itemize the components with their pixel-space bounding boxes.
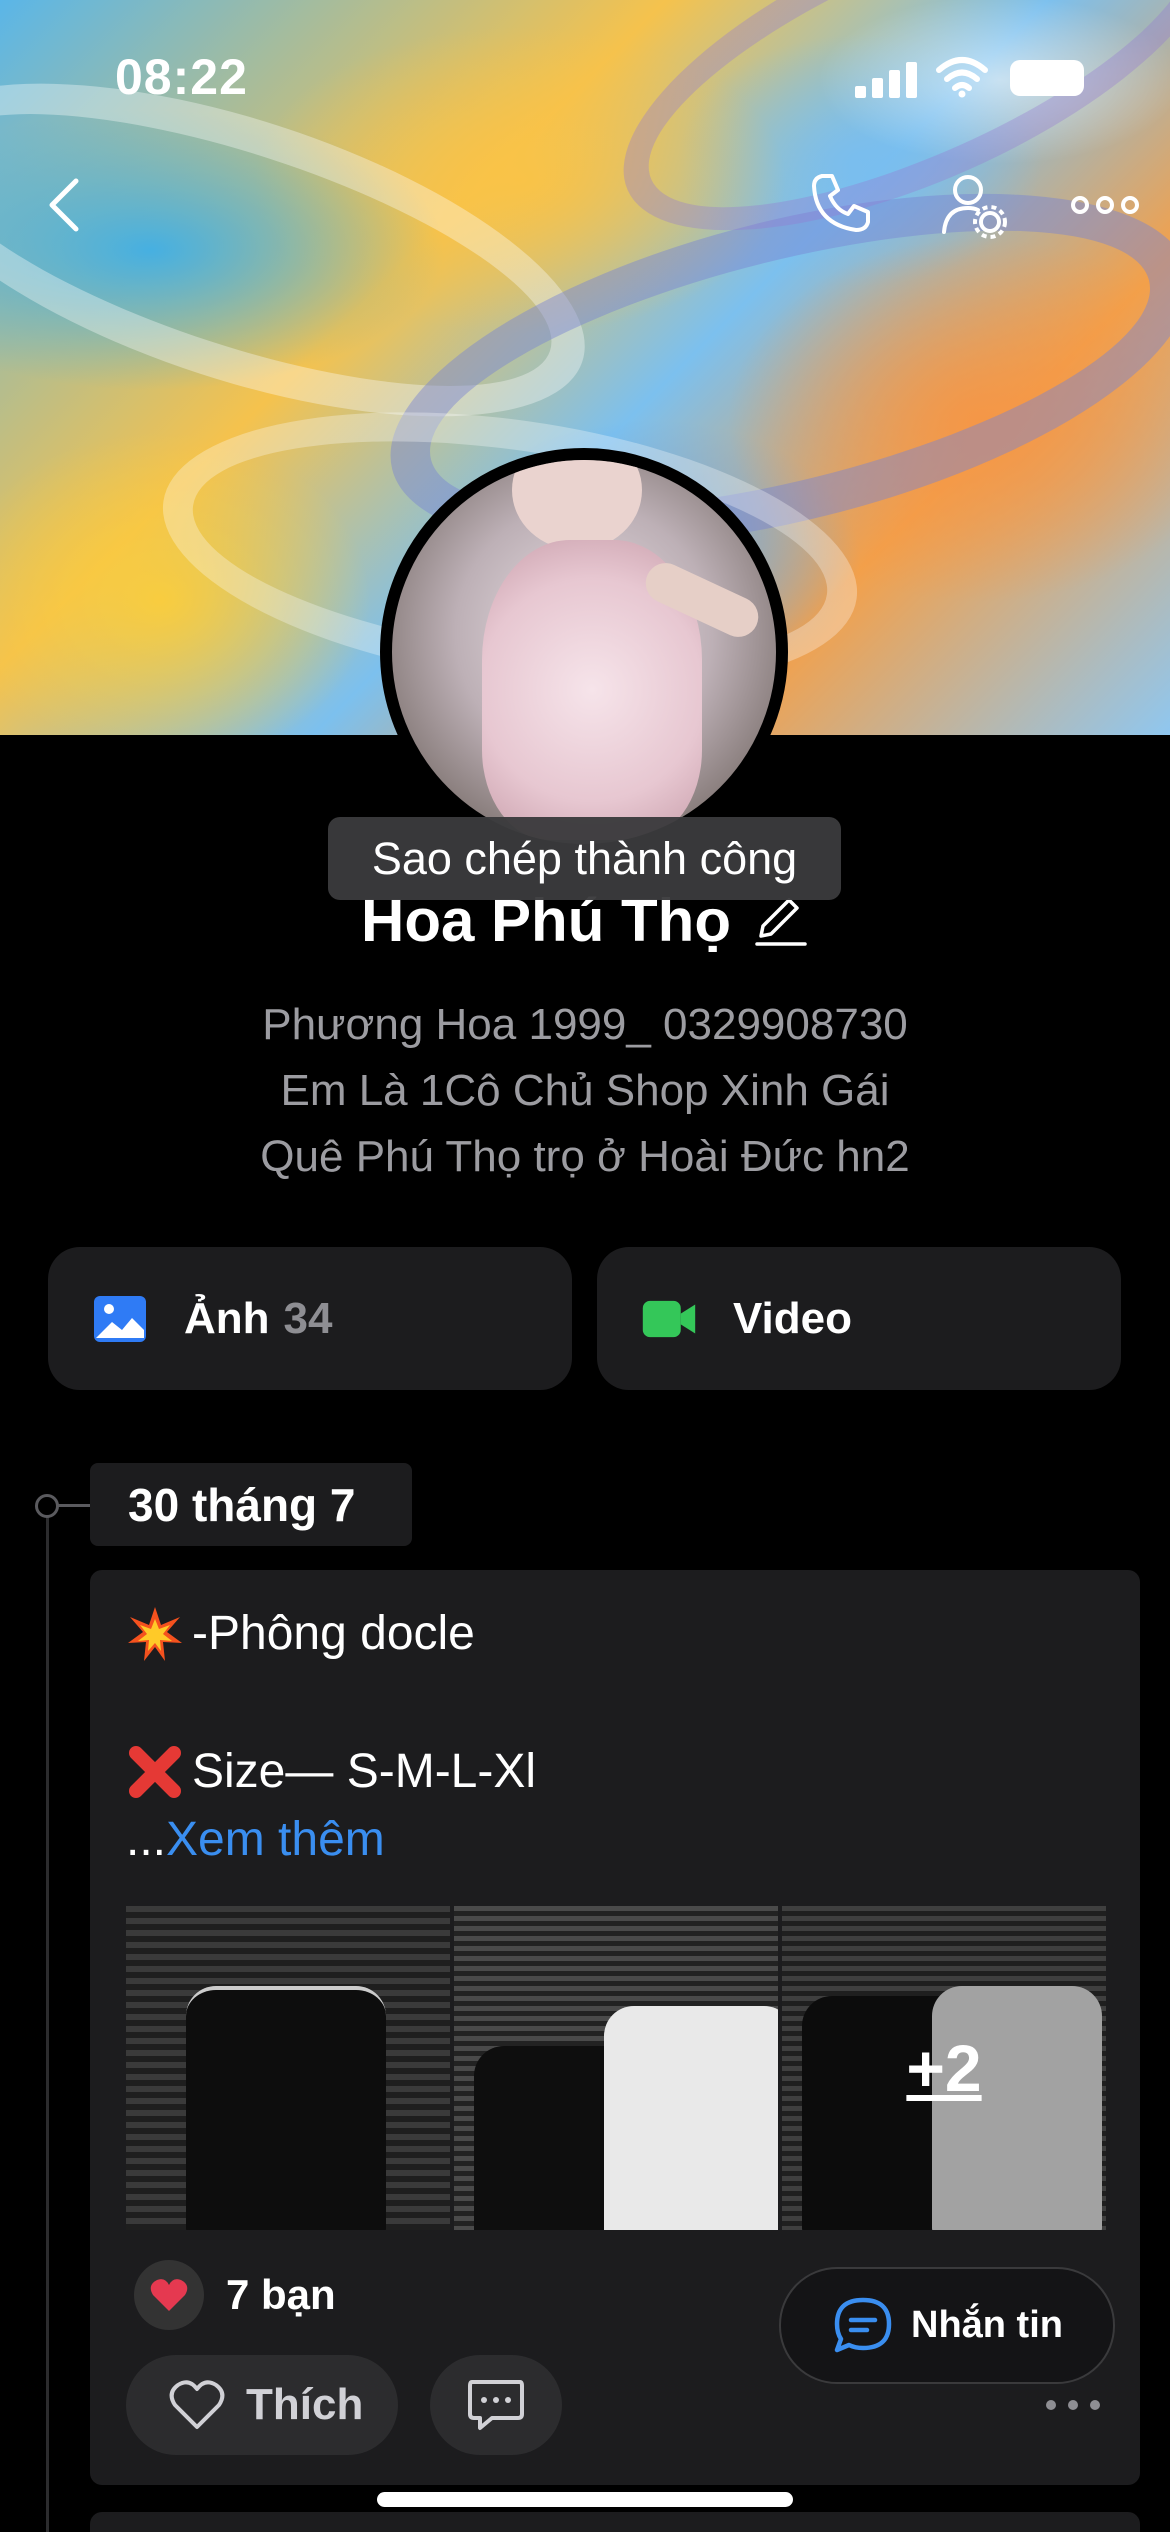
photos-count: 34 bbox=[283, 1293, 333, 1343]
post-likes[interactable]: 7 bạn bbox=[134, 2260, 336, 2330]
comment-icon bbox=[468, 2380, 524, 2430]
profile-bio: Phương Hoa 1999_ 0329908730 Em Là 1Cô Ch… bbox=[0, 992, 1170, 1190]
send-message-label: Nhắn tin bbox=[911, 2304, 1063, 2346]
home-indicator[interactable] bbox=[377, 2492, 793, 2507]
collision-emoji-icon bbox=[128, 1607, 182, 1661]
wifi-icon bbox=[936, 57, 988, 98]
back-icon[interactable] bbox=[40, 175, 90, 235]
black-tshirt bbox=[186, 1986, 386, 2230]
avatar[interactable] bbox=[380, 448, 788, 856]
see-more-link[interactable]: Xem thêm bbox=[166, 1806, 385, 1874]
bio-line: Phương Hoa 1999_ 0329908730 bbox=[262, 1000, 908, 1049]
post-line-2: Size— S-M-L-Xl bbox=[192, 1745, 537, 1798]
post-more-icon[interactable] bbox=[1043, 2395, 1103, 2415]
post-ellipsis: ... bbox=[126, 1813, 167, 1866]
bio-line: Quê Phú Thọ trọ ở Hoài Đức hn2 bbox=[260, 1132, 910, 1181]
video-camera-icon bbox=[642, 1300, 696, 1337]
post-photos: +2 bbox=[126, 1906, 1106, 2230]
bio-line: Em Là 1Cô Chủ Shop Xinh Gái bbox=[280, 1066, 890, 1115]
cellular-signal-icon bbox=[855, 62, 917, 98]
timeline-date: 30 tháng 7 bbox=[90, 1463, 412, 1546]
profile-settings-icon[interactable] bbox=[940, 170, 1010, 240]
copy-success-toast: Sao chép thành công bbox=[328, 817, 841, 900]
post-text[interactable]: -Phông docle Size— S-M-L-Xl ... Xem thêm bbox=[126, 1600, 1106, 1874]
more-options-icon[interactable] bbox=[1070, 190, 1140, 220]
likes-count: 7 bạn bbox=[226, 2271, 336, 2318]
videos-button[interactable]: Video bbox=[597, 1247, 1121, 1390]
send-message-button[interactable]: Nhắn tin bbox=[779, 2267, 1115, 2384]
status-bar: 08:22 bbox=[0, 0, 1170, 150]
like-button[interactable]: Thích bbox=[126, 2355, 398, 2455]
photos-label: Ảnh bbox=[184, 1293, 270, 1343]
like-label: Thích bbox=[246, 2380, 364, 2429]
edit-name-icon[interactable] bbox=[753, 892, 809, 948]
post-photo[interactable] bbox=[454, 1906, 778, 2230]
videos-label: Video bbox=[733, 1293, 853, 1343]
comment-button[interactable] bbox=[430, 2355, 562, 2455]
timeline-line bbox=[46, 1504, 49, 2532]
next-post-card[interactable] bbox=[90, 2512, 1140, 2532]
heart-reaction-icon bbox=[134, 2260, 204, 2330]
post-photo[interactable] bbox=[126, 1906, 450, 2230]
white-tshirt bbox=[604, 2006, 778, 2230]
post-line-1: -Phông docle bbox=[192, 1607, 475, 1660]
phone-call-icon[interactable] bbox=[808, 170, 874, 236]
battery-icon bbox=[1010, 60, 1084, 96]
photos-button[interactable]: Ảnh 34 bbox=[48, 1247, 572, 1390]
cross-mark-emoji-icon bbox=[129, 1746, 181, 1798]
timeline-dot bbox=[35, 1494, 59, 1518]
status-time: 08:22 bbox=[115, 49, 248, 105]
chat-bubble-icon bbox=[834, 2297, 892, 2352]
post-photo[interactable]: +2 bbox=[782, 1906, 1106, 2230]
timeline-connector bbox=[58, 1504, 90, 1507]
more-photos-count[interactable]: +2 bbox=[782, 1906, 1106, 2230]
photo-icon bbox=[94, 1295, 146, 1342]
avatar-face bbox=[512, 460, 642, 550]
heart-icon bbox=[169, 2380, 225, 2429]
